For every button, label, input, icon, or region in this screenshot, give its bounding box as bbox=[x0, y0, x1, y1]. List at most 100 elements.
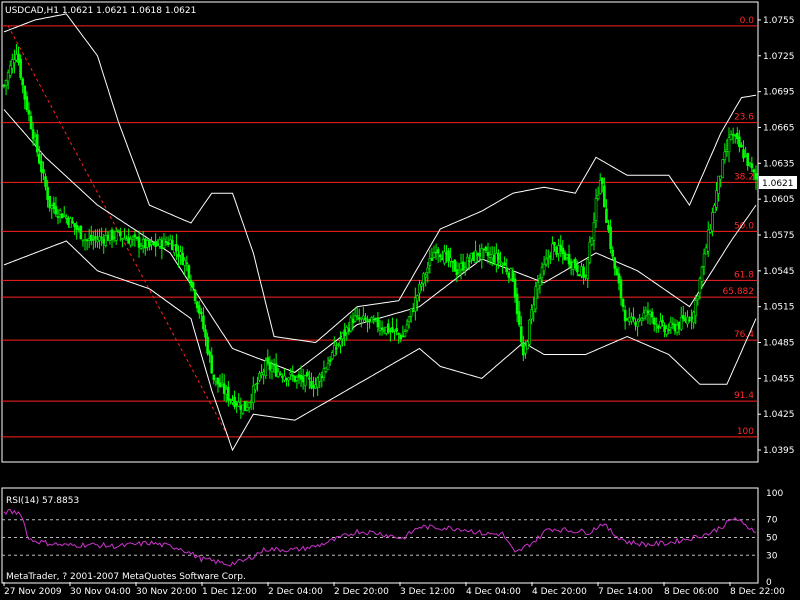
candle-body bbox=[661, 319, 664, 323]
candle-body bbox=[752, 169, 756, 173]
candle-body bbox=[210, 355, 214, 374]
candle-body bbox=[721, 159, 725, 178]
candlestick bbox=[42, 161, 45, 181]
candle-body bbox=[702, 253, 706, 267]
candle-body bbox=[719, 175, 722, 180]
candle-body bbox=[449, 257, 452, 262]
candlestick bbox=[206, 332, 209, 356]
candlestick bbox=[646, 302, 650, 324]
candlestick bbox=[729, 130, 733, 141]
candlestick bbox=[482, 248, 486, 259]
fibonacci-retracement[interactable]: 0.023.638.250.061.865.88276.491.4100 bbox=[2, 16, 758, 438]
candlestick bbox=[588, 236, 592, 265]
candle-body bbox=[673, 324, 677, 332]
candlestick bbox=[393, 329, 396, 341]
candle-body bbox=[170, 239, 174, 251]
candle-body bbox=[345, 326, 349, 333]
candlestick bbox=[92, 230, 95, 250]
candlestick bbox=[507, 271, 511, 284]
candle-body bbox=[237, 401, 241, 407]
fib-level-label: 65.882 bbox=[723, 287, 755, 297]
candle-body bbox=[328, 359, 332, 362]
candle-body bbox=[268, 361, 272, 371]
time-axis-label: 1 Dec 12:00 bbox=[202, 587, 257, 597]
candle-body bbox=[638, 318, 641, 321]
candle-body bbox=[266, 357, 270, 364]
candlestick bbox=[324, 366, 328, 374]
candle-body bbox=[287, 377, 290, 381]
candlestick bbox=[694, 295, 698, 325]
candle-body bbox=[694, 300, 698, 316]
candle-body bbox=[152, 242, 155, 245]
candle-body bbox=[79, 225, 83, 240]
candlestick bbox=[222, 374, 226, 401]
candlestick bbox=[162, 233, 166, 249]
candle-body bbox=[684, 318, 687, 322]
candle-body bbox=[407, 316, 411, 323]
candle-body bbox=[44, 176, 47, 187]
candle-body bbox=[183, 260, 187, 266]
candlestick bbox=[544, 249, 548, 267]
time-axis-label: 8 Dec 22:00 bbox=[730, 587, 785, 597]
candle-body bbox=[519, 326, 523, 343]
candlestick bbox=[355, 306, 359, 321]
candlestick bbox=[251, 376, 255, 410]
candlestick bbox=[686, 310, 689, 328]
candle-body bbox=[13, 59, 16, 64]
candle-body bbox=[501, 263, 504, 266]
candle-body bbox=[71, 221, 74, 224]
candlestick bbox=[210, 347, 214, 374]
candle-body bbox=[451, 260, 455, 263]
candlestick bbox=[312, 376, 315, 397]
price-axis-label: 1.0755 bbox=[763, 16, 795, 26]
candlestick bbox=[509, 267, 513, 281]
candle-body bbox=[592, 222, 596, 241]
candlestick bbox=[328, 356, 332, 366]
candle-body bbox=[559, 244, 563, 252]
candlestick bbox=[370, 316, 373, 323]
candle-body bbox=[731, 133, 735, 136]
candle-body bbox=[133, 234, 137, 238]
candle-body bbox=[580, 266, 583, 277]
candle-body bbox=[324, 367, 328, 372]
candle-body bbox=[441, 257, 444, 261]
candle-body bbox=[426, 267, 430, 273]
candle-body bbox=[75, 224, 79, 230]
candle-body bbox=[175, 243, 178, 252]
candle-body bbox=[515, 293, 519, 315]
rsi-panel bbox=[2, 509, 758, 567]
candlestick bbox=[318, 372, 322, 389]
candlestick bbox=[183, 257, 187, 276]
candlestick bbox=[129, 235, 133, 248]
candlestick bbox=[648, 309, 652, 325]
candlestick bbox=[291, 365, 295, 382]
candle-body bbox=[293, 375, 297, 382]
candle-body bbox=[725, 149, 729, 152]
candle-body bbox=[609, 226, 612, 249]
candlestick bbox=[517, 301, 521, 328]
candlestick bbox=[166, 236, 170, 247]
current-price-label: 1.0621 bbox=[762, 179, 794, 189]
candlestick bbox=[717, 175, 720, 202]
candlestick bbox=[127, 228, 130, 244]
candlestick bbox=[81, 239, 85, 247]
candle-body bbox=[565, 254, 569, 258]
candlestick bbox=[623, 305, 627, 330]
candle-body bbox=[158, 239, 162, 247]
candle-body bbox=[530, 309, 533, 320]
candlestick bbox=[549, 251, 552, 264]
candle-body bbox=[584, 275, 587, 277]
candle-body bbox=[216, 377, 220, 385]
candle-body bbox=[603, 185, 606, 208]
candle-body bbox=[480, 248, 484, 260]
candlestick bbox=[85, 238, 89, 251]
candle-body bbox=[434, 251, 438, 254]
candle-body bbox=[692, 311, 695, 323]
chart-canvas[interactable]: 0.023.638.250.061.865.88276.491.4100 1.0… bbox=[0, 0, 800, 600]
candlestick bbox=[362, 307, 365, 324]
candlestick bbox=[287, 377, 290, 387]
price-axis-label: 1.0455 bbox=[763, 374, 795, 384]
candle-body bbox=[337, 344, 340, 346]
candlestick bbox=[295, 375, 299, 389]
candlestick bbox=[644, 306, 648, 321]
